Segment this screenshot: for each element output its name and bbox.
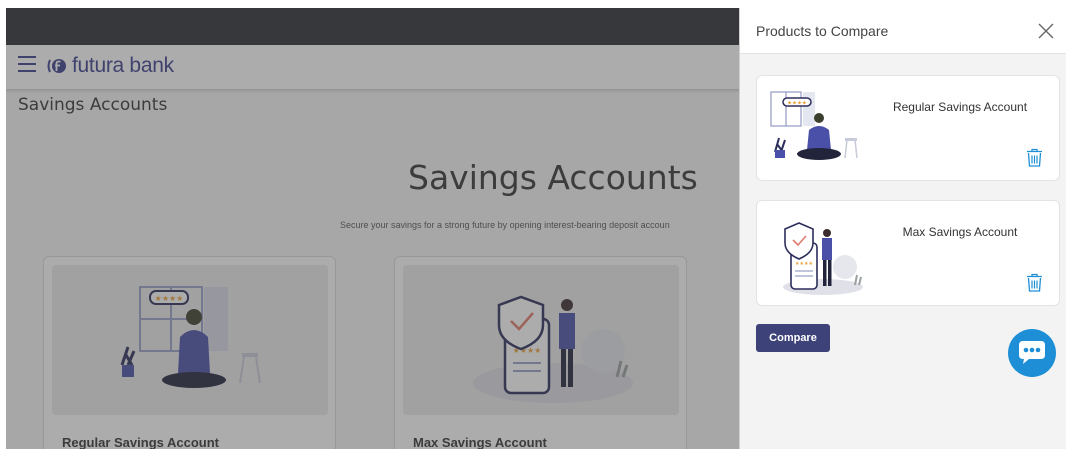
compare-item: ★★★★ Max Savings Account [756,200,1060,306]
man-with-shield-illustration: ★★★★ [783,222,863,295]
compare-panel: Products to Compare ★★★★ Regular Savings… [739,8,1066,449]
compare-item: ★★★★ Regular Savings Account [756,75,1060,181]
svg-text:★★★★: ★★★★ [787,101,807,107]
woman-on-phone-illustration: ★★★★ [770,91,858,160]
modal-backdrop[interactable] [6,8,740,449]
compare-panel-header: Products to Compare [740,8,1066,54]
trash-icon[interactable] [1026,273,1043,292]
page: futura bank Savings Accounts Savings Acc… [0,0,1066,449]
close-icon[interactable] [1037,22,1055,40]
svg-text:★★★★: ★★★★ [795,261,813,267]
compare-item-name: Regular Savings Account [892,100,1028,114]
panel-title: Products to Compare [756,23,889,39]
compare-button[interactable]: Compare [756,324,830,352]
top-strip [0,0,1066,8]
chat-icon[interactable] [1005,329,1059,377]
trash-icon[interactable] [1026,148,1043,167]
compare-item-name: Max Savings Account [902,225,1018,239]
